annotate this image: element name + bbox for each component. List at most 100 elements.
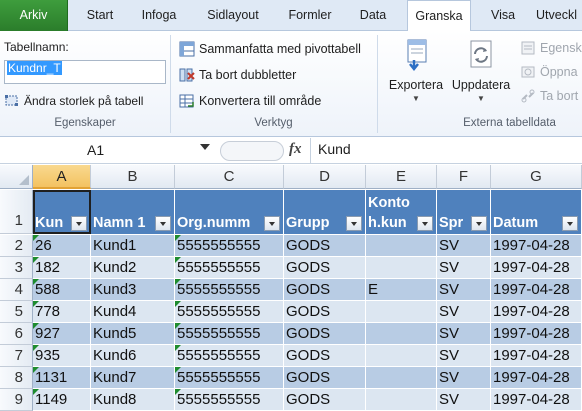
tab-view[interactable]: Visa xyxy=(480,0,526,31)
filter-dropdown-button[interactable] xyxy=(471,216,487,231)
row-header[interactable]: 6 xyxy=(0,323,33,345)
row-header-1[interactable]: 1 xyxy=(0,190,33,234)
tab-file[interactable]: Arkiv xyxy=(0,0,68,31)
table-cell[interactable]: SV xyxy=(437,345,491,367)
table-cell[interactable] xyxy=(366,389,437,411)
insert-function-icon[interactable]: fx xyxy=(289,141,302,158)
column-header-e[interactable]: E xyxy=(366,165,437,189)
tab-review[interactable]: Granska xyxy=(407,0,471,32)
table-cell[interactable]: 5555555555 xyxy=(175,367,284,389)
table-cell[interactable]: 1997-04-28 xyxy=(491,345,582,367)
table-cell[interactable]: SV xyxy=(437,323,491,345)
column-header-f[interactable]: F xyxy=(437,165,491,189)
table-cell[interactable]: Kund5 xyxy=(91,323,175,345)
table-cell[interactable]: GODS xyxy=(284,301,366,323)
column-header-c[interactable]: C xyxy=(175,165,284,189)
table-cell[interactable]: 1149 xyxy=(33,389,91,411)
row-header[interactable]: 5 xyxy=(0,301,33,323)
table-cell[interactable]: Kund6 xyxy=(91,345,175,367)
table-cell[interactable]: 588 xyxy=(33,279,91,301)
tab-data[interactable]: Data xyxy=(352,0,394,31)
table-cell[interactable] xyxy=(366,301,437,323)
column-header-a[interactable]: A xyxy=(33,165,91,189)
row-header[interactable]: 8 xyxy=(0,367,33,389)
table-cell[interactable]: 5555555555 xyxy=(175,345,284,367)
formula-bar-handle[interactable] xyxy=(220,141,284,161)
table-cell[interactable]: GODS xyxy=(284,279,366,301)
table-cell[interactable]: Kund3 xyxy=(91,279,175,301)
table-cell[interactable]: 182 xyxy=(33,257,91,279)
table-header-cell[interactable]: Grupp xyxy=(284,190,366,234)
table-cell[interactable]: SV xyxy=(437,279,491,301)
table-cell[interactable]: E xyxy=(366,279,437,301)
remove-duplicates-button[interactable]: Ta bort dubbletter xyxy=(179,62,361,88)
row-header[interactable]: 9 xyxy=(0,389,33,411)
table-cell[interactable]: 5555555555 xyxy=(175,323,284,345)
row-header[interactable]: 7 xyxy=(0,345,33,367)
filter-dropdown-button[interactable] xyxy=(71,216,87,231)
table-header-cell[interactable]: Kun xyxy=(33,190,91,234)
table-cell[interactable]: 778 xyxy=(33,301,91,323)
table-cell[interactable]: GODS xyxy=(284,389,366,411)
summarize-pivot-button[interactable]: Sammanfatta med pivottabell xyxy=(179,36,361,62)
external-properties-button[interactable]: Egensk xyxy=(520,36,582,60)
filter-dropdown-button[interactable] xyxy=(264,216,280,231)
table-cell[interactable]: 26 xyxy=(33,235,91,257)
table-cell[interactable] xyxy=(366,323,437,345)
row-header[interactable]: 4 xyxy=(0,279,33,301)
table-cell[interactable]: 1131 xyxy=(33,367,91,389)
tab-developer[interactable]: Utveckl xyxy=(536,0,582,31)
table-header-cell[interactable]: Org.numm xyxy=(175,190,284,234)
table-header-cell[interactable]: Datum xyxy=(491,190,582,234)
table-cell[interactable]: SV xyxy=(437,389,491,411)
filter-dropdown-button[interactable] xyxy=(155,216,171,231)
column-header-d[interactable]: D xyxy=(284,165,366,189)
table-cell[interactable]: 5555555555 xyxy=(175,235,284,257)
table-cell[interactable]: SV xyxy=(437,235,491,257)
open-in-browser-button[interactable]: Öppna xyxy=(520,60,582,84)
table-cell[interactable]: 5555555555 xyxy=(175,257,284,279)
table-cell[interactable]: 1997-04-28 xyxy=(491,235,582,257)
export-button[interactable]: Exportera ▼ xyxy=(386,36,446,103)
select-all-corner[interactable] xyxy=(0,165,33,189)
convert-to-range-button[interactable]: Konvertera till område xyxy=(179,88,361,114)
filter-dropdown-button[interactable] xyxy=(562,216,578,231)
tab-insert[interactable]: Infoga xyxy=(131,0,187,31)
table-cell[interactable]: 1997-04-28 xyxy=(491,389,582,411)
table-header-cell[interactable]: Konto h.kun xyxy=(366,190,437,234)
table-header-cell[interactable]: Namn 1 xyxy=(91,190,175,234)
refresh-button[interactable]: Uppdatera ▼ xyxy=(448,36,514,103)
table-cell[interactable]: 1997-04-28 xyxy=(491,301,582,323)
column-header-g[interactable]: G xyxy=(491,165,582,189)
table-cell[interactable]: GODS xyxy=(284,323,366,345)
table-cell[interactable] xyxy=(366,367,437,389)
table-cell[interactable]: Kund8 xyxy=(91,389,175,411)
formula-input[interactable]: Kund xyxy=(318,141,351,157)
table-cell[interactable]: 927 xyxy=(33,323,91,345)
table-cell[interactable]: Kund7 xyxy=(91,367,175,389)
table-cell[interactable]: 1997-04-28 xyxy=(491,367,582,389)
tab-start[interactable]: Start xyxy=(72,0,128,31)
resize-table-button[interactable]: Ändra storlek på tabell xyxy=(4,92,143,110)
table-cell[interactable]: GODS xyxy=(284,345,366,367)
table-cell[interactable] xyxy=(366,257,437,279)
row-header[interactable]: 2 xyxy=(0,235,33,257)
table-cell[interactable]: SV xyxy=(437,367,491,389)
table-cell[interactable]: GODS xyxy=(284,257,366,279)
table-cell[interactable]: 1997-04-28 xyxy=(491,279,582,301)
name-box[interactable]: A1 xyxy=(2,140,216,161)
table-cell[interactable]: 5555555555 xyxy=(175,389,284,411)
name-box-dropdown-icon[interactable] xyxy=(200,144,210,150)
filter-dropdown-button[interactable] xyxy=(417,216,433,231)
table-cell[interactable]: 1997-04-28 xyxy=(491,257,582,279)
table-cell[interactable] xyxy=(366,345,437,367)
table-cell[interactable]: 5555555555 xyxy=(175,301,284,323)
tab-page-layout[interactable]: Sidlayout xyxy=(195,0,271,31)
unlink-button[interactable]: Ta bort xyxy=(520,84,582,108)
row-header[interactable]: 3 xyxy=(0,257,33,279)
table-cell[interactable]: Kund1 xyxy=(91,235,175,257)
table-cell[interactable]: Kund2 xyxy=(91,257,175,279)
table-cell[interactable]: SV xyxy=(437,257,491,279)
worksheet-grid[interactable]: A B C D E F G 1 Kun Namn 1 Org.numm Grupp Konto h.ku… xyxy=(0,165,582,411)
filter-dropdown-button[interactable] xyxy=(346,216,362,231)
